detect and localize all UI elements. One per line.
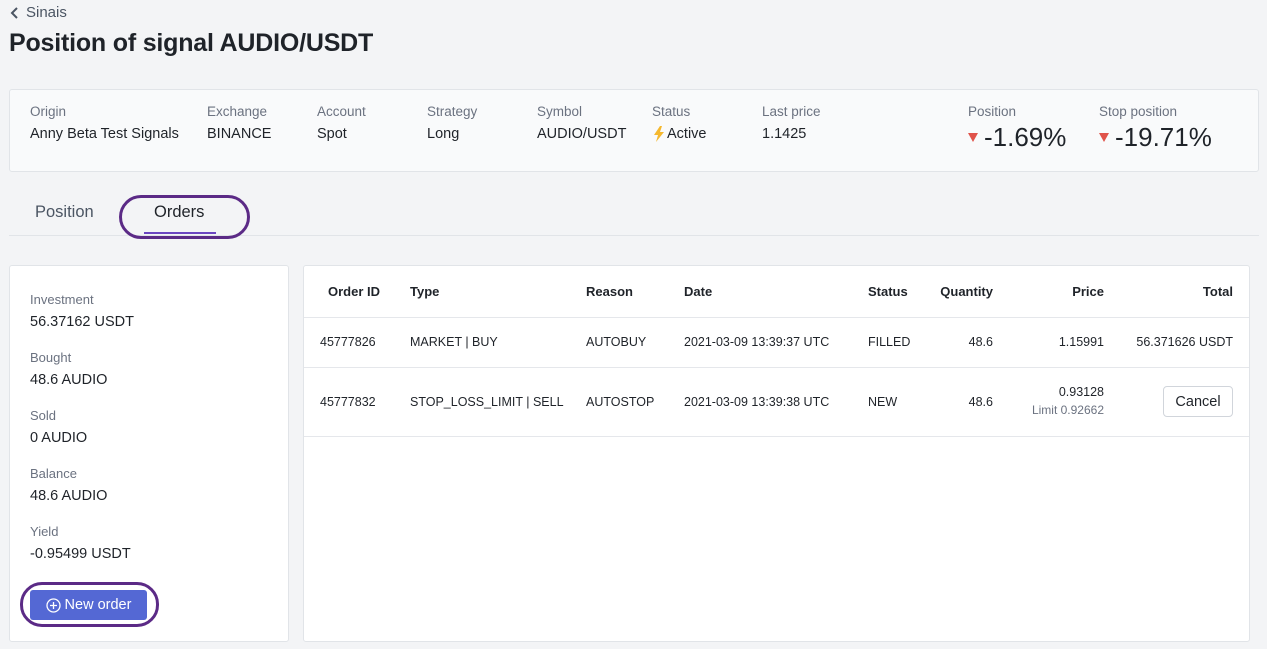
order-id-cell: 45777826 (320, 335, 376, 349)
column-header-type: Type (410, 284, 440, 299)
stop-position-value: -19.71% (1115, 122, 1212, 152)
back-link-label: Sinais (26, 4, 67, 21)
strategy-field: Strategy Long (427, 104, 477, 142)
exchange-label: Exchange (207, 104, 268, 119)
strategy-value: Long (427, 126, 460, 142)
symbol-label: Symbol (537, 104, 583, 119)
total-cell: 56.371626 USDT (1136, 335, 1233, 349)
column-header-total: Total (1202, 284, 1233, 299)
position-field: Position -1.69% (968, 104, 1066, 153)
position-value-wrap: -1.69% (968, 122, 1066, 153)
date-cell: 2021-03-09 13:39:37 UTC (684, 335, 830, 349)
symbol-field: Symbol AUDIO/USDT (537, 104, 626, 142)
bought-item: Bought 48.6 AUDIO (30, 350, 107, 388)
status-cell: FILLED (868, 335, 911, 349)
quantity-cell: 48.6 (968, 395, 993, 409)
column-header-quantity: Quantity (940, 284, 993, 299)
column-header-order-id: Order ID (328, 284, 381, 299)
table-row: 45777832 STOP_LOSS_LIMIT | SELL AUTOSTOP… (304, 368, 1249, 437)
origin-value: Anny Beta Test Signals (30, 126, 179, 142)
last-price-value: 1.1425 (762, 126, 807, 142)
plus-circle-icon (45, 597, 61, 613)
account-label: Account (317, 104, 366, 119)
column-header-reason: Reason (586, 284, 633, 299)
status-label: Status (652, 104, 691, 119)
exchange-field: Exchange BINANCE (207, 104, 271, 142)
exchange-value: BINANCE (207, 126, 272, 142)
column-header-status: Status (868, 284, 908, 299)
price-cell: 1.15991 (1058, 335, 1104, 349)
triangle-down-icon (968, 133, 978, 142)
price-cell: 0.93128 Limit 0.92662 (1032, 385, 1104, 417)
status-value: Active (667, 126, 707, 142)
symbol-value: AUDIO/USDT (537, 126, 627, 142)
cancel-order-button[interactable]: Cancel (1163, 386, 1233, 417)
reason-cell: AUTOBUY (586, 335, 647, 349)
chevron-left-icon (10, 6, 18, 19)
investment-label: Investment (30, 292, 94, 307)
origin-label: Origin (30, 104, 67, 119)
account-value: Spot (317, 126, 347, 142)
balance-value: 48.6 AUDIO (30, 488, 108, 504)
price-value: 0.93128 (1058, 385, 1104, 399)
stop-position-field: Stop position -19.71% (1099, 104, 1212, 153)
date-cell: 2021-03-09 13:39:38 UTC (684, 395, 830, 409)
type-cell: STOP_LOSS_LIMIT | SELL (410, 395, 564, 409)
last-price-field: Last price 1.1425 (762, 104, 821, 142)
new-order-label: New order (64, 597, 132, 613)
new-order-button[interactable]: New order (30, 590, 147, 620)
yield-value: -0.95499 USDT (30, 546, 131, 562)
stop-position-value-wrap: -19.71% (1099, 122, 1212, 153)
status-field: Status Active (652, 104, 707, 142)
page-title: Position of signal AUDIO/USDT (9, 29, 374, 57)
yield-item: Yield -0.95499 USDT (30, 524, 131, 562)
sold-item: Sold 0 AUDIO (30, 408, 87, 446)
yield-label: Yield (30, 524, 59, 539)
column-header-date: Date (684, 284, 713, 299)
table-row: 45777826 MARKET | BUY AUTOBUY 2021-03-09… (304, 318, 1249, 368)
lightning-bolt-icon (654, 126, 664, 142)
triangle-down-icon (1099, 133, 1109, 142)
sold-value: 0 AUDIO (30, 430, 88, 446)
status-cell: NEW (868, 395, 898, 409)
bought-value: 48.6 AUDIO (30, 372, 108, 388)
account-field: Account Spot (317, 104, 366, 142)
stop-position-label: Stop position (1099, 104, 1178, 119)
column-header-price: Price (1072, 284, 1104, 299)
order-id-cell: 45777832 (320, 395, 376, 409)
balance-label: Balance (30, 466, 77, 481)
status-value-wrap: Active (652, 126, 707, 142)
quantity-cell: 48.6 (968, 335, 993, 349)
signal-info-card: Origin Anny Beta Test Signals Exchange B… (9, 89, 1259, 172)
position-value: -1.69% (984, 122, 1067, 152)
position-label: Position (968, 104, 1017, 119)
tab-position[interactable]: Position (35, 203, 94, 222)
balance-item: Balance 48.6 AUDIO (30, 466, 107, 504)
bought-label: Bought (30, 350, 72, 365)
position-summary-card: Investment 56.37162 USDT Bought 48.6 AUD… (9, 265, 289, 642)
table-header: Order ID Type Reason Date Status Quantit… (304, 266, 1249, 318)
limit-price: Limit 0.92662 (1031, 403, 1104, 417)
investment-item: Investment 56.37162 USDT (30, 292, 134, 330)
investment-value: 56.37162 USDT (30, 314, 134, 330)
last-price-label: Last price (762, 104, 821, 119)
origin-field: Origin Anny Beta Test Signals (30, 104, 179, 142)
back-link[interactable]: Sinais (10, 4, 67, 21)
reason-cell: AUTOSTOP (586, 395, 655, 409)
sold-label: Sold (30, 408, 57, 423)
type-cell: MARKET | BUY (410, 335, 498, 349)
strategy-label: Strategy (427, 104, 478, 119)
orders-table: Order ID Type Reason Date Status Quantit… (303, 265, 1250, 642)
orders-tab-highlight (119, 195, 250, 239)
